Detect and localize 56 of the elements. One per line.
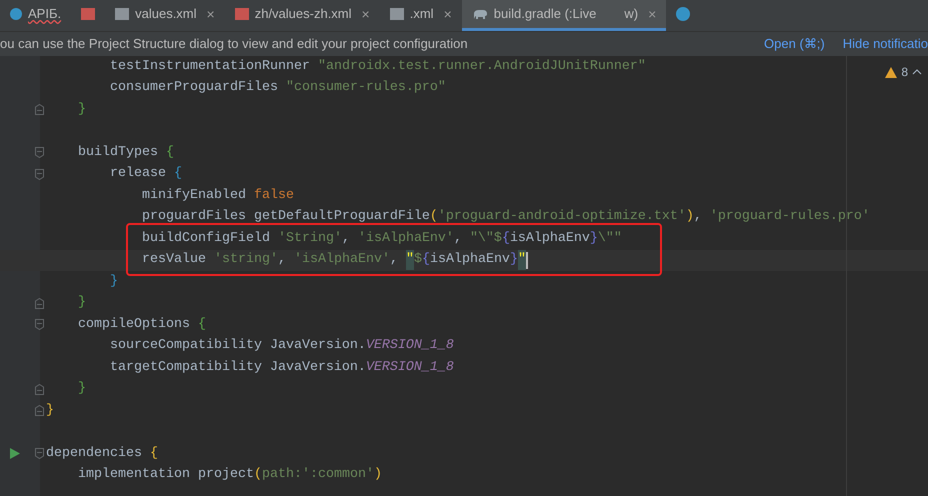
code-line: implementation project(path:':common') [76, 466, 382, 484]
code-line: resValue 'string', 'isAlphaEnv', "${isAlphaEnv}" [46, 250, 528, 270]
fold-marker-icon[interactable] [35, 405, 44, 416]
tab-label: APIБ. [28, 5, 62, 24]
tab-label: w) [624, 5, 638, 24]
close-icon[interactable]: × [444, 7, 452, 21]
notification-link[interactable]: Hide notificatio [842, 34, 928, 54]
tab-label: build.gradle (:Live [494, 5, 596, 24]
editor-tab[interactable]: zh/values-zh.xml × [224, 0, 380, 31]
editor-tab[interactable]: values.xml × [105, 0, 225, 31]
code-line: testInstrumentationRunner "androidx.test.runner.AndroidJUnitRunner" [108, 58, 646, 76]
close-icon[interactable]: × [206, 7, 215, 21]
fold-marker-icon[interactable] [35, 319, 44, 330]
warning-icon[interactable] [885, 66, 898, 78]
run-icon[interactable] [10, 448, 20, 460]
notification-message: ou can use the Project Structure dialog to view and edit your project configuration [0, 35, 468, 54]
close-icon[interactable]: × [648, 7, 656, 21]
code-line: buildTypes { [76, 144, 174, 162]
code-line: targetCompatibility JavaVersion.VERSION_1_8 [108, 358, 454, 377]
file-type-icon [390, 8, 404, 20]
close-icon[interactable]: × [362, 7, 370, 21]
notification-link[interactable]: Open (⌘;) [764, 34, 825, 54]
elephant-icon [472, 8, 488, 20]
file-type-icon [115, 8, 130, 20]
fold-marker-icon[interactable] [35, 448, 44, 460]
code-line: compileOptions { [76, 316, 206, 334]
text-caret [526, 252, 528, 269]
tab-label: values.xml [135, 5, 197, 24]
code-line: } [76, 380, 86, 398]
file-type-icon [81, 8, 96, 20]
editor-tab[interactable]: .xml × [380, 0, 462, 31]
code-line: } [76, 294, 86, 312]
code-line: } [76, 100, 86, 119]
editor-tab[interactable]: build.gradle (:Live w) × [462, 0, 666, 31]
fold-marker-icon[interactable] [35, 147, 44, 158]
file-type-icon [10, 8, 22, 20]
warning-count[interactable]: 8 [901, 63, 908, 81]
code-line: proguardFiles getDefaultProguardFile('proguard-android-optimize.txt'), 'proguard-rules.pro' [140, 208, 870, 226]
code-line: dependencies { [46, 444, 158, 463]
fold-marker-icon[interactable] [35, 298, 44, 309]
file-type-icon [234, 8, 249, 20]
code-line: } [108, 272, 118, 291]
caret-up-icon[interactable] [912, 69, 922, 75]
code-line: buildConfigField 'String', 'isAlphaEnv', "\"${isAlphaEnv}\"" [140, 230, 622, 248]
class-icon [676, 7, 690, 21]
tab-label: zh/values-zh.xml [254, 5, 352, 24]
code-line: } [46, 402, 54, 420]
code-line: sourceCompatibility JavaVersion.VERSION_1_8 [108, 337, 454, 356]
editor-tab[interactable]: APIБ. [0, 0, 72, 31]
fold-marker-icon[interactable] [35, 168, 44, 180]
tab-label: .xml [410, 5, 434, 24]
code-line: minifyEnabled false [140, 186, 294, 205]
fold-marker-icon[interactable] [35, 104, 44, 116]
fold-marker-icon[interactable] [35, 384, 44, 395]
code-line: consumerProguardFiles "consumer-rules.pro" [108, 79, 446, 98]
code-line: release { [108, 165, 182, 184]
